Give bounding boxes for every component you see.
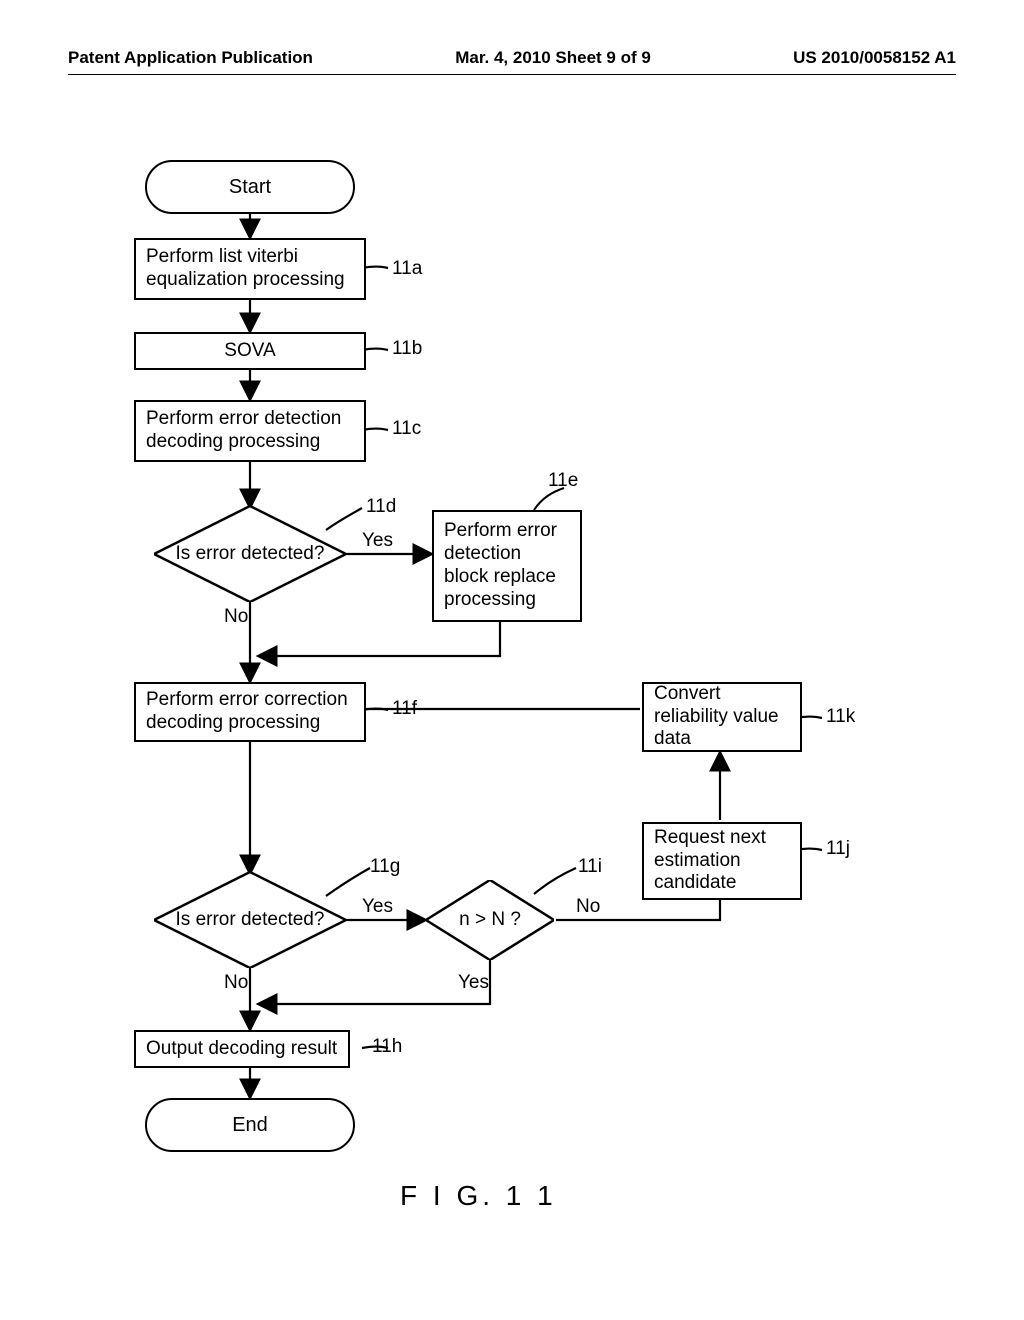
start-text: Start: [229, 176, 271, 199]
s11h-text: Output decoding result: [146, 1038, 337, 1061]
end-text: End: [232, 1114, 268, 1137]
flow-arrows: [130, 160, 910, 1160]
s11d-text: Is error detected?: [176, 543, 325, 565]
s11g-text: Is error detected?: [176, 909, 325, 931]
branch-11i-yes: Yes: [458, 972, 489, 994]
header-center: Mar. 4, 2010 Sheet 9 of 9: [455, 48, 651, 68]
s11i-text: n > N ?: [459, 909, 521, 931]
branch-11d-yes: Yes: [362, 530, 393, 552]
branch-11d-no: No: [224, 606, 248, 628]
ref-11c: 11c: [392, 418, 421, 440]
terminal-start: Start: [145, 160, 355, 214]
s11j-text: Request next estimation candidate: [654, 827, 790, 895]
page-header: Patent Application Publication Mar. 4, 2…: [0, 48, 1024, 75]
decision-11i: n > N ?: [426, 880, 554, 960]
process-11e: Perform error detection block replace pr…: [432, 510, 582, 622]
process-11h: Output decoding result: [134, 1030, 350, 1068]
process-11a: Perform list viterbi equalization proces…: [134, 238, 366, 300]
terminal-end: End: [145, 1098, 355, 1152]
ref-11a: 11a: [392, 258, 422, 280]
ref-11h: 11h: [372, 1036, 402, 1058]
branch-11g-yes: Yes: [362, 896, 393, 918]
ref-11f: 11f: [392, 698, 417, 720]
s11f-text: Perform error correction decoding proces…: [146, 689, 354, 735]
ref-11i: 11i: [578, 856, 602, 878]
figure-caption: F I G. 1 1: [400, 1180, 557, 1212]
s11b-text: SOVA: [224, 340, 275, 363]
branch-11i-no: No: [576, 896, 600, 918]
s11k-text: Convert reliability value data: [654, 683, 790, 751]
process-11c: Perform error detection decoding process…: [134, 400, 366, 462]
ref-11d: 11d: [366, 496, 396, 518]
branch-11g-no: No: [224, 972, 248, 994]
header-right: US 2010/0058152 A1: [793, 48, 956, 68]
decision-11d: Is error detected?: [154, 506, 346, 602]
s11a-text: Perform list viterbi equalization proces…: [146, 246, 354, 292]
decision-11g: Is error detected?: [154, 872, 346, 968]
ref-11b: 11b: [392, 338, 422, 360]
leader-11e: [530, 484, 570, 514]
ref-11j: 11j: [826, 838, 850, 860]
ref-11g: 11g: [370, 856, 400, 878]
ref-11k: 11k: [826, 706, 855, 728]
process-11j: Request next estimation candidate: [642, 822, 802, 900]
process-11b: SOVA: [134, 332, 366, 370]
s11c-text: Perform error detection decoding process…: [146, 408, 354, 454]
process-11f: Perform error correction decoding proces…: [134, 682, 366, 742]
s11e-text: Perform error detection block replace pr…: [444, 520, 570, 611]
process-11k: Convert reliability value data: [642, 682, 802, 752]
header-left: Patent Application Publication: [68, 48, 313, 68]
flowchart: Start Perform list viterbi equalization …: [130, 160, 910, 1160]
